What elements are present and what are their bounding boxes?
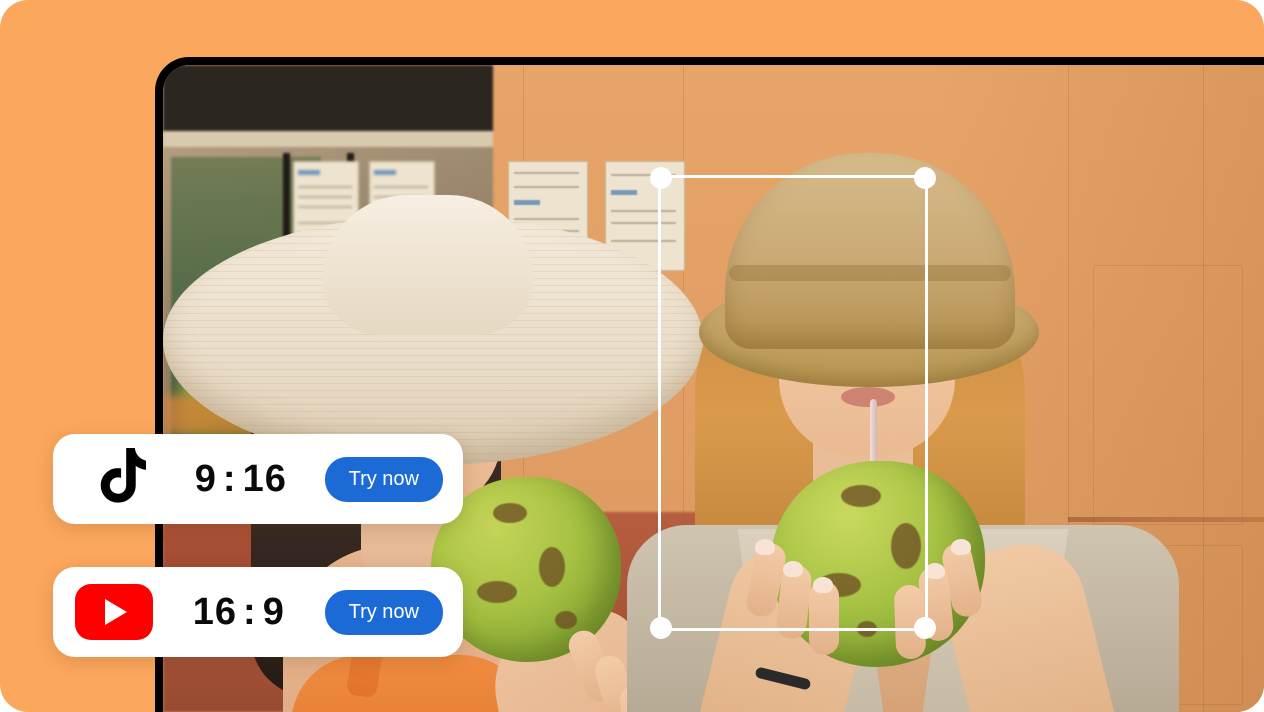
crop-handle-top-right[interactable]	[914, 167, 936, 189]
fingernail	[951, 539, 971, 555]
ratio-left-value: 9	[194, 457, 217, 500]
youtube-icon	[75, 584, 153, 640]
crop-handle-bottom-left[interactable]	[650, 617, 672, 639]
aspect-ratio-label: 9:16	[157, 458, 325, 501]
ratio-card-tiktok[interactable]: 9:16 Try now	[53, 434, 463, 524]
crop-handle-bottom-right[interactable]	[914, 617, 936, 639]
fingernail	[925, 563, 945, 579]
ratio-card-youtube[interactable]: 16:9 Try now	[53, 567, 463, 657]
ratio-separator: :	[243, 590, 257, 633]
try-now-button-youtube[interactable]: Try now	[324, 589, 443, 635]
ratio-right-value: 16	[242, 457, 287, 500]
tiktok-icon	[79, 448, 157, 510]
ratio-left-value: 16	[192, 590, 238, 633]
sun-hat-crown	[323, 195, 533, 335]
aspect-ratio-label: 16:9	[153, 591, 325, 634]
crop-selection-box[interactable]	[650, 167, 936, 639]
try-now-button-tiktok[interactable]: Try now	[324, 456, 443, 502]
storefront-header	[163, 65, 493, 131]
crop-handle-top-left[interactable]	[650, 167, 672, 189]
storefront-sill	[163, 131, 493, 147]
page-canvas: 9:16 Try now 16:9 Try now	[0, 0, 1264, 712]
ratio-right-value: 9	[262, 590, 285, 633]
ratio-separator: :	[222, 457, 237, 500]
